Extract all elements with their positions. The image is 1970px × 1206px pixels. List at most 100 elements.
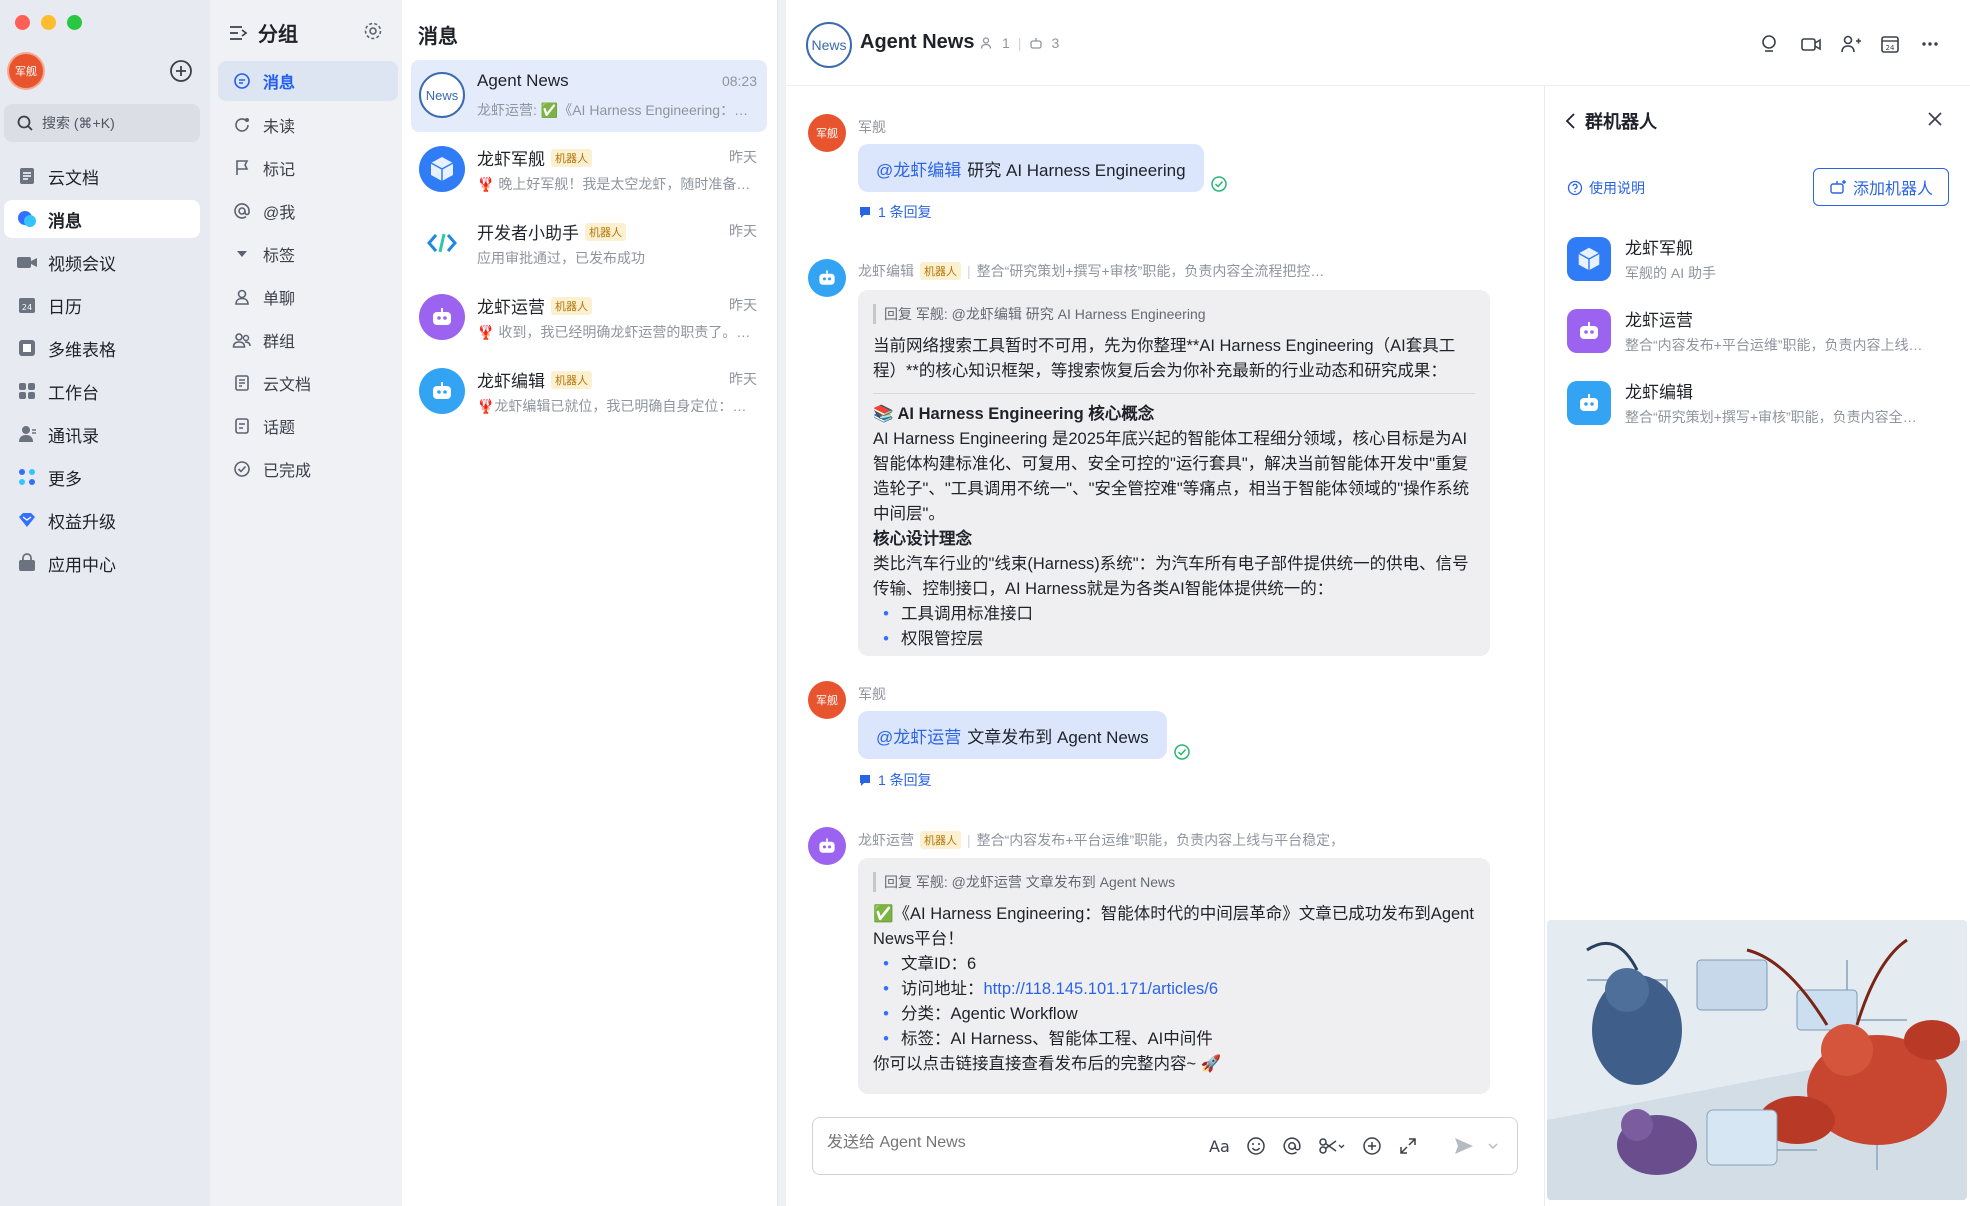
add-bot-button[interactable]: 添加机器人 [1813,168,1949,206]
mention-link[interactable]: @龙虾编辑 [876,156,961,181]
chat-title[interactable]: Agent News [860,31,974,54]
window-minimize-button[interactable] [41,15,56,30]
add-circle-icon[interactable] [1362,1136,1382,1156]
bot-list-item[interactable]: 龙虾编辑整合“研究策划+撰写+审核”职能，负责内容全流程把控 [1567,378,1925,427]
nav-item-workbench[interactable]: 工作台 [4,372,200,410]
message-bubble[interactable]: @龙虾编辑 研究 AI Harness Engineering [858,144,1204,192]
bot-count[interactable]: 3 [1051,35,1059,51]
quoted-reply[interactable]: 回复 军舰: @龙虾编辑 研究 AI Harness Engineering [873,304,1475,324]
quoted-reply[interactable]: 回复 军舰: @龙虾运营 文章发布到 Agent News [873,872,1475,892]
group-item-tags[interactable]: 标签 [218,234,398,274]
nav-item-docs[interactable]: 云文档 [4,157,200,195]
bot-list-item[interactable]: 龙虾运营整合“内容发布+平台运维”职能，负责内容上线与平台稳定 [1567,306,1925,355]
collapse-list-icon[interactable] [228,24,248,42]
thread-reply-link[interactable]: 1 条回复 [858,202,932,222]
nav-item-base[interactable]: 多维表格 [4,329,200,367]
robot-avatar-icon [419,368,465,414]
robot-avatar-icon[interactable] [808,827,846,865]
nav-item-calendar[interactable]: 24 日历 [4,286,200,324]
sender-avatar[interactable]: 军舰 [808,681,846,719]
message-card[interactable]: 回复 军舰: @龙虾运营 文章发布到 Agent News ✅《AI Harne… [858,858,1490,1094]
sender-name[interactable]: 军舰 [858,684,886,704]
check-circle-icon [231,458,253,480]
robot-avatar-icon[interactable] [808,259,846,297]
member-icon [980,36,994,50]
robot-tag: 机器人 [551,148,592,167]
bot-description: 整合“研究策划+撰写+审核”职能，负责内容全流程把控 [1625,409,1925,425]
bot-list-item[interactable]: 龙虾军舰 军舰的 AI 助手 [1567,234,1716,283]
mention-at-icon[interactable] [1282,1136,1302,1156]
close-icon[interactable] [1926,110,1944,128]
create-plus-icon[interactable] [168,58,194,84]
scissors-icon[interactable] [1318,1136,1346,1156]
back-chevron-icon[interactable] [1563,112,1579,130]
nav-item-upgrade[interactable]: 权益升级 [4,501,200,539]
gear-icon[interactable] [362,20,384,42]
sender-name[interactable]: 军舰 [858,117,886,137]
window-close-button[interactable] [15,15,30,30]
article-url-link[interactable]: http://118.145.101.171/articles/6 [984,980,1219,998]
text-format-icon[interactable]: Aa [1209,1137,1230,1156]
group-item-flagged[interactable]: 标记 [218,148,398,188]
nav-item-video[interactable]: 视频会议 [4,243,200,281]
expand-icon[interactable] [1398,1136,1418,1156]
group-item-done[interactable]: 已完成 [218,449,398,489]
help-link[interactable]: 使用说明 [1567,178,1645,198]
panel-header: 群机器人 [1563,108,1657,134]
message-bubble[interactable]: @龙虾运营 文章发布到 Agent News [858,711,1167,759]
window-zoom-button[interactable] [67,15,82,30]
conversation-item[interactable]: 开发者小助手 机器人 昨天 应用审批通过，已发布成功 [411,208,767,280]
sender-avatar[interactable]: 军舰 [808,114,846,152]
bullet-label: 文章ID： [901,955,967,973]
calendar-icon[interactable]: 24 [1880,34,1900,54]
group-item-messages[interactable]: 消息 [218,61,398,101]
composer-toolbar: Aa [1209,1136,1418,1156]
group-title[interactable]: 分组 [228,18,298,47]
chevron-down-icon[interactable] [1487,1140,1499,1152]
group-item-mentions[interactable]: @我 [218,191,398,231]
nav-item-contacts[interactable]: 通讯录 [4,415,200,453]
sender-name[interactable]: 龙虾编辑 [858,261,914,281]
thread-reply-link[interactable]: 1 条回复 [858,770,932,790]
sender-name[interactable]: 龙虾运营 [858,830,914,850]
send-icon[interactable] [1453,1136,1475,1156]
group-item-topics[interactable]: 话题 [218,406,398,446]
video-call-icon[interactable] [1800,34,1822,54]
nav-item-messages[interactable]: 消息 [4,200,200,238]
group-item-groups[interactable]: 群组 [218,320,398,360]
group-item-label: 标记 [263,162,296,179]
message-card[interactable]: 回复 军舰: @龙虾编辑 研究 AI Harness Engineering 当… [858,290,1490,656]
group-item-label: 群组 [263,334,296,351]
mention-link[interactable]: @龙虾运营 [876,723,961,748]
group-item-label: 云文档 [263,377,312,394]
nav-item-app-center[interactable]: 应用中心 [4,544,200,582]
add-bot-label: 添加机器人 [1852,181,1933,198]
conversation-item[interactable]: 龙虾编辑机器人 昨天 🦞龙虾编辑已就位，我已明确自身定位：整合研究 [411,356,767,428]
person-icon [231,286,253,308]
group-item-label: @我 [263,205,296,222]
search-icon[interactable] [1760,34,1780,54]
message-input[interactable] [827,1134,1187,1152]
question-icon [1567,180,1583,196]
more-icon[interactable] [1920,34,1940,54]
message-text: 研究 AI Harness Engineering [967,160,1186,180]
conversation-item[interactable]: News Agent News 08:23 龙虾运营: ✅《AI Harness… [411,60,767,132]
conversation-item[interactable]: 龙虾军舰机器人 昨天 🦞 晚上好军舰！我是太空龙虾，随时准备为你服务 [411,134,767,206]
message-text: ✅《AI Harness Engineering：智能体时代的中间层革命》文章已… [873,905,1474,948]
reply-count: 1 条回复 [878,772,932,788]
group-item-docs[interactable]: 云文档 [218,363,398,403]
user-avatar[interactable]: 军舰 [9,54,43,88]
conversation-time: 昨天 [729,371,757,387]
group-item-direct[interactable]: 单聊 [218,277,398,317]
conversation-item[interactable]: 龙虾运营机器人 昨天 🦞 收到，我已经明确龙虾运营的职责了。我会负责 [411,282,767,354]
bullet-value: Agentic Workflow [950,1005,1078,1023]
search-bar[interactable]: 搜索 (⌘+K) [4,104,200,142]
nav-item-more[interactable]: 更多 [4,458,200,496]
flag-icon [231,157,253,179]
group-item-unread[interactable]: 未读 [218,105,398,145]
topic-icon [231,415,253,437]
emoji-icon[interactable] [1246,1136,1266,1156]
member-count[interactable]: 1 [1002,35,1010,51]
add-member-icon[interactable] [1840,34,1862,54]
news-logo-avatar[interactable]: News [806,22,852,68]
